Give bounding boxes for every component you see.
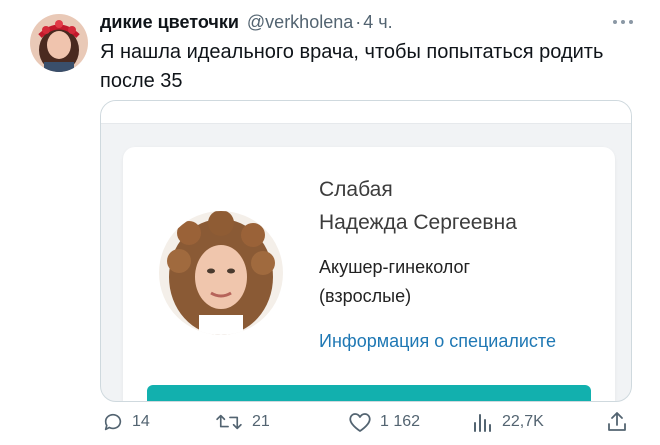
like-icon bbox=[349, 413, 371, 432]
share-button[interactable] bbox=[606, 408, 628, 436]
tweet-actions: 14 21 1 162 22,7K bbox=[100, 408, 630, 436]
more-icon[interactable] bbox=[608, 12, 638, 32]
display-name[interactable]: дикие цветочки bbox=[100, 12, 239, 33]
specialty-label: Акушер-гинеколог bbox=[319, 257, 471, 277]
doctor-surname: Слабая bbox=[319, 178, 393, 201]
share-icon bbox=[608, 412, 626, 431]
tweet-text: Я нашла идеального врача, чтобы попытать… bbox=[100, 41, 604, 92]
doctor-info-link[interactable]: Информация о специалисте bbox=[319, 331, 556, 352]
doctor-card: Слабая Надежда Сергеевна Акушер-гинеколо… bbox=[123, 147, 615, 401]
doctor-photo bbox=[159, 211, 283, 335]
reply-icon bbox=[104, 413, 122, 431]
tweet-header: дикие цветочки @verkholena · 4 ч. bbox=[100, 12, 640, 36]
specialty-note: (взрослые) bbox=[319, 286, 412, 306]
retweet-count: 21 bbox=[252, 413, 270, 430]
doctor-given-names: Надежда Сергеевна bbox=[319, 211, 517, 234]
reply-button[interactable]: 14 bbox=[102, 408, 150, 436]
doctor-name: Слабая Надежда Сергеевна bbox=[319, 173, 517, 239]
retweet-icon bbox=[216, 414, 242, 430]
views-button[interactable]: 22,7K bbox=[472, 408, 544, 436]
separator: · bbox=[355, 12, 362, 32]
reply-count: 14 bbox=[132, 413, 150, 430]
media-top-bar bbox=[101, 101, 631, 124]
user-handle[interactable]: @verkholena bbox=[247, 12, 353, 33]
like-count: 1 162 bbox=[380, 413, 421, 430]
retweet-button[interactable]: 21 bbox=[214, 408, 270, 436]
like-button[interactable]: 1 162 bbox=[348, 408, 420, 436]
views-icon bbox=[474, 414, 491, 432]
timestamp[interactable]: 4 ч. bbox=[363, 12, 392, 33]
tweet-media[interactable]: Слабая Надежда Сергеевна Акушер-гинеколо… bbox=[100, 100, 632, 402]
avatar[interactable] bbox=[30, 14, 88, 72]
doctor-specialty: Акушер-гинеколог (взрослые) bbox=[319, 253, 470, 311]
appointment-button[interactable] bbox=[147, 385, 591, 401]
views-count: 22,7K bbox=[502, 413, 544, 430]
